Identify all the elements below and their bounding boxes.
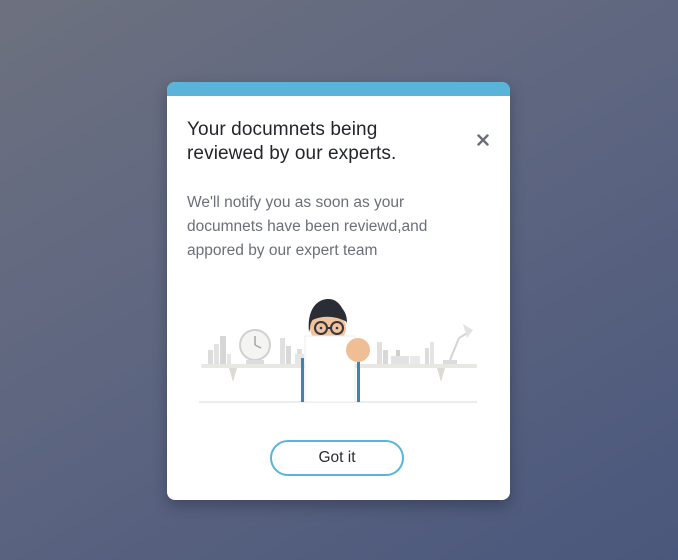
close-button[interactable]: [473, 130, 493, 150]
reviewer-illustration: [199, 298, 477, 403]
close-icon: [477, 134, 489, 146]
modal-accent-bar: [167, 82, 510, 96]
review-status-modal: Your documnets being reviewed by our exp…: [167, 82, 510, 500]
modal-message: We'll notify you as soon as your documne…: [187, 194, 428, 259]
got-it-button[interactable]: Got it: [270, 440, 404, 476]
modal-title: Your documnets being reviewed by our exp…: [187, 119, 397, 164]
